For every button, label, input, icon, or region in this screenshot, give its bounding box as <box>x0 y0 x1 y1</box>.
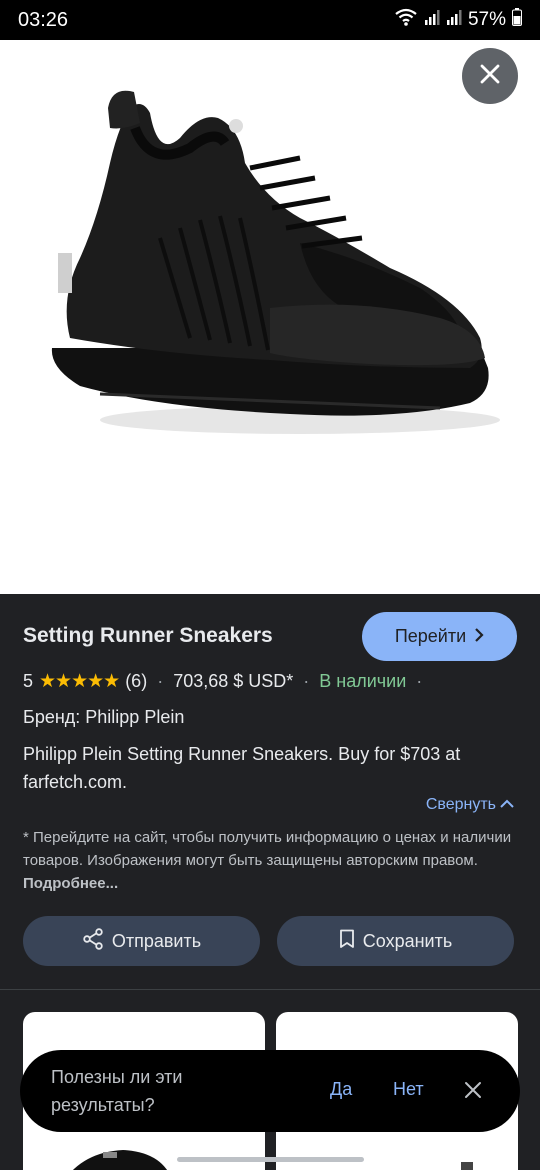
battery-icon <box>512 8 522 32</box>
availability: В наличии <box>319 671 407 691</box>
feedback-snackbar: Полезны ли эти результаты? Да Нет <box>20 1050 520 1132</box>
separator-dot: · <box>157 671 164 691</box>
product-image[interactable] <box>40 68 500 463</box>
product-description: Philipp Plein Setting Runner Sneakers. B… <box>23 744 461 792</box>
close-button[interactable] <box>462 48 518 104</box>
product-image-area <box>0 40 540 594</box>
more-link[interactable]: Подробнее... <box>23 875 118 892</box>
rating-stars: ★★★★★ <box>39 671 120 692</box>
rating-row: 5 ★★★★★ (6) · 703,68 $ USD* · В наличии … <box>23 670 426 693</box>
disclaimer-note: * Перейдите на сайт, чтобы получить инфо… <box>23 826 517 895</box>
signal-icon <box>446 9 462 31</box>
feedback-no-button[interactable]: Нет <box>393 1079 424 1100</box>
rating-value: 5 <box>23 671 34 691</box>
home-indicator[interactable] <box>177 1157 364 1162</box>
product-title: Setting Runner Sneakers <box>23 624 273 647</box>
separator-dot: · <box>303 671 310 691</box>
brand: Бренд: Philipp Plein <box>23 707 185 727</box>
product-info-panel: Setting Runner Sneakers Перейти 5 ★★★★★ … <box>0 594 540 990</box>
chevron-right-icon <box>474 626 484 647</box>
status-right: 57% <box>394 8 522 32</box>
save-button[interactable]: Сохранить <box>277 916 514 966</box>
review-count[interactable]: (6) <box>125 671 147 692</box>
collapse-button[interactable]: Свернуть <box>426 796 514 814</box>
share-button[interactable]: Отправить <box>23 916 260 966</box>
close-icon <box>479 63 501 90</box>
signal-icon <box>424 9 440 31</box>
bookmark-icon <box>339 929 355 954</box>
go-button[interactable]: Перейти <box>362 612 517 661</box>
battery-percent: 57% <box>467 9 506 30</box>
save-label: Сохранить <box>362 930 453 951</box>
disclaimer-text: * Перейдите на сайт, чтобы получить инфо… <box>23 829 512 869</box>
share-label: Отправить <box>111 930 202 951</box>
status-bar: 03:26 57% <box>0 0 540 40</box>
go-button-label: Перейти <box>394 626 467 646</box>
collapse-label: Свернуть <box>425 796 496 813</box>
status-time: 03:26 <box>18 8 69 31</box>
separator-dot: · <box>416 671 423 691</box>
close-icon[interactable] <box>464 1081 482 1104</box>
wifi-icon <box>394 8 418 32</box>
share-icon <box>82 927 104 955</box>
feedback-yes-button[interactable]: Да <box>330 1079 352 1100</box>
feedback-question: Полезны ли эти результаты? <box>51 1067 183 1115</box>
price: 703,68 $ USD* <box>173 671 294 691</box>
chevron-up-icon <box>500 796 514 814</box>
